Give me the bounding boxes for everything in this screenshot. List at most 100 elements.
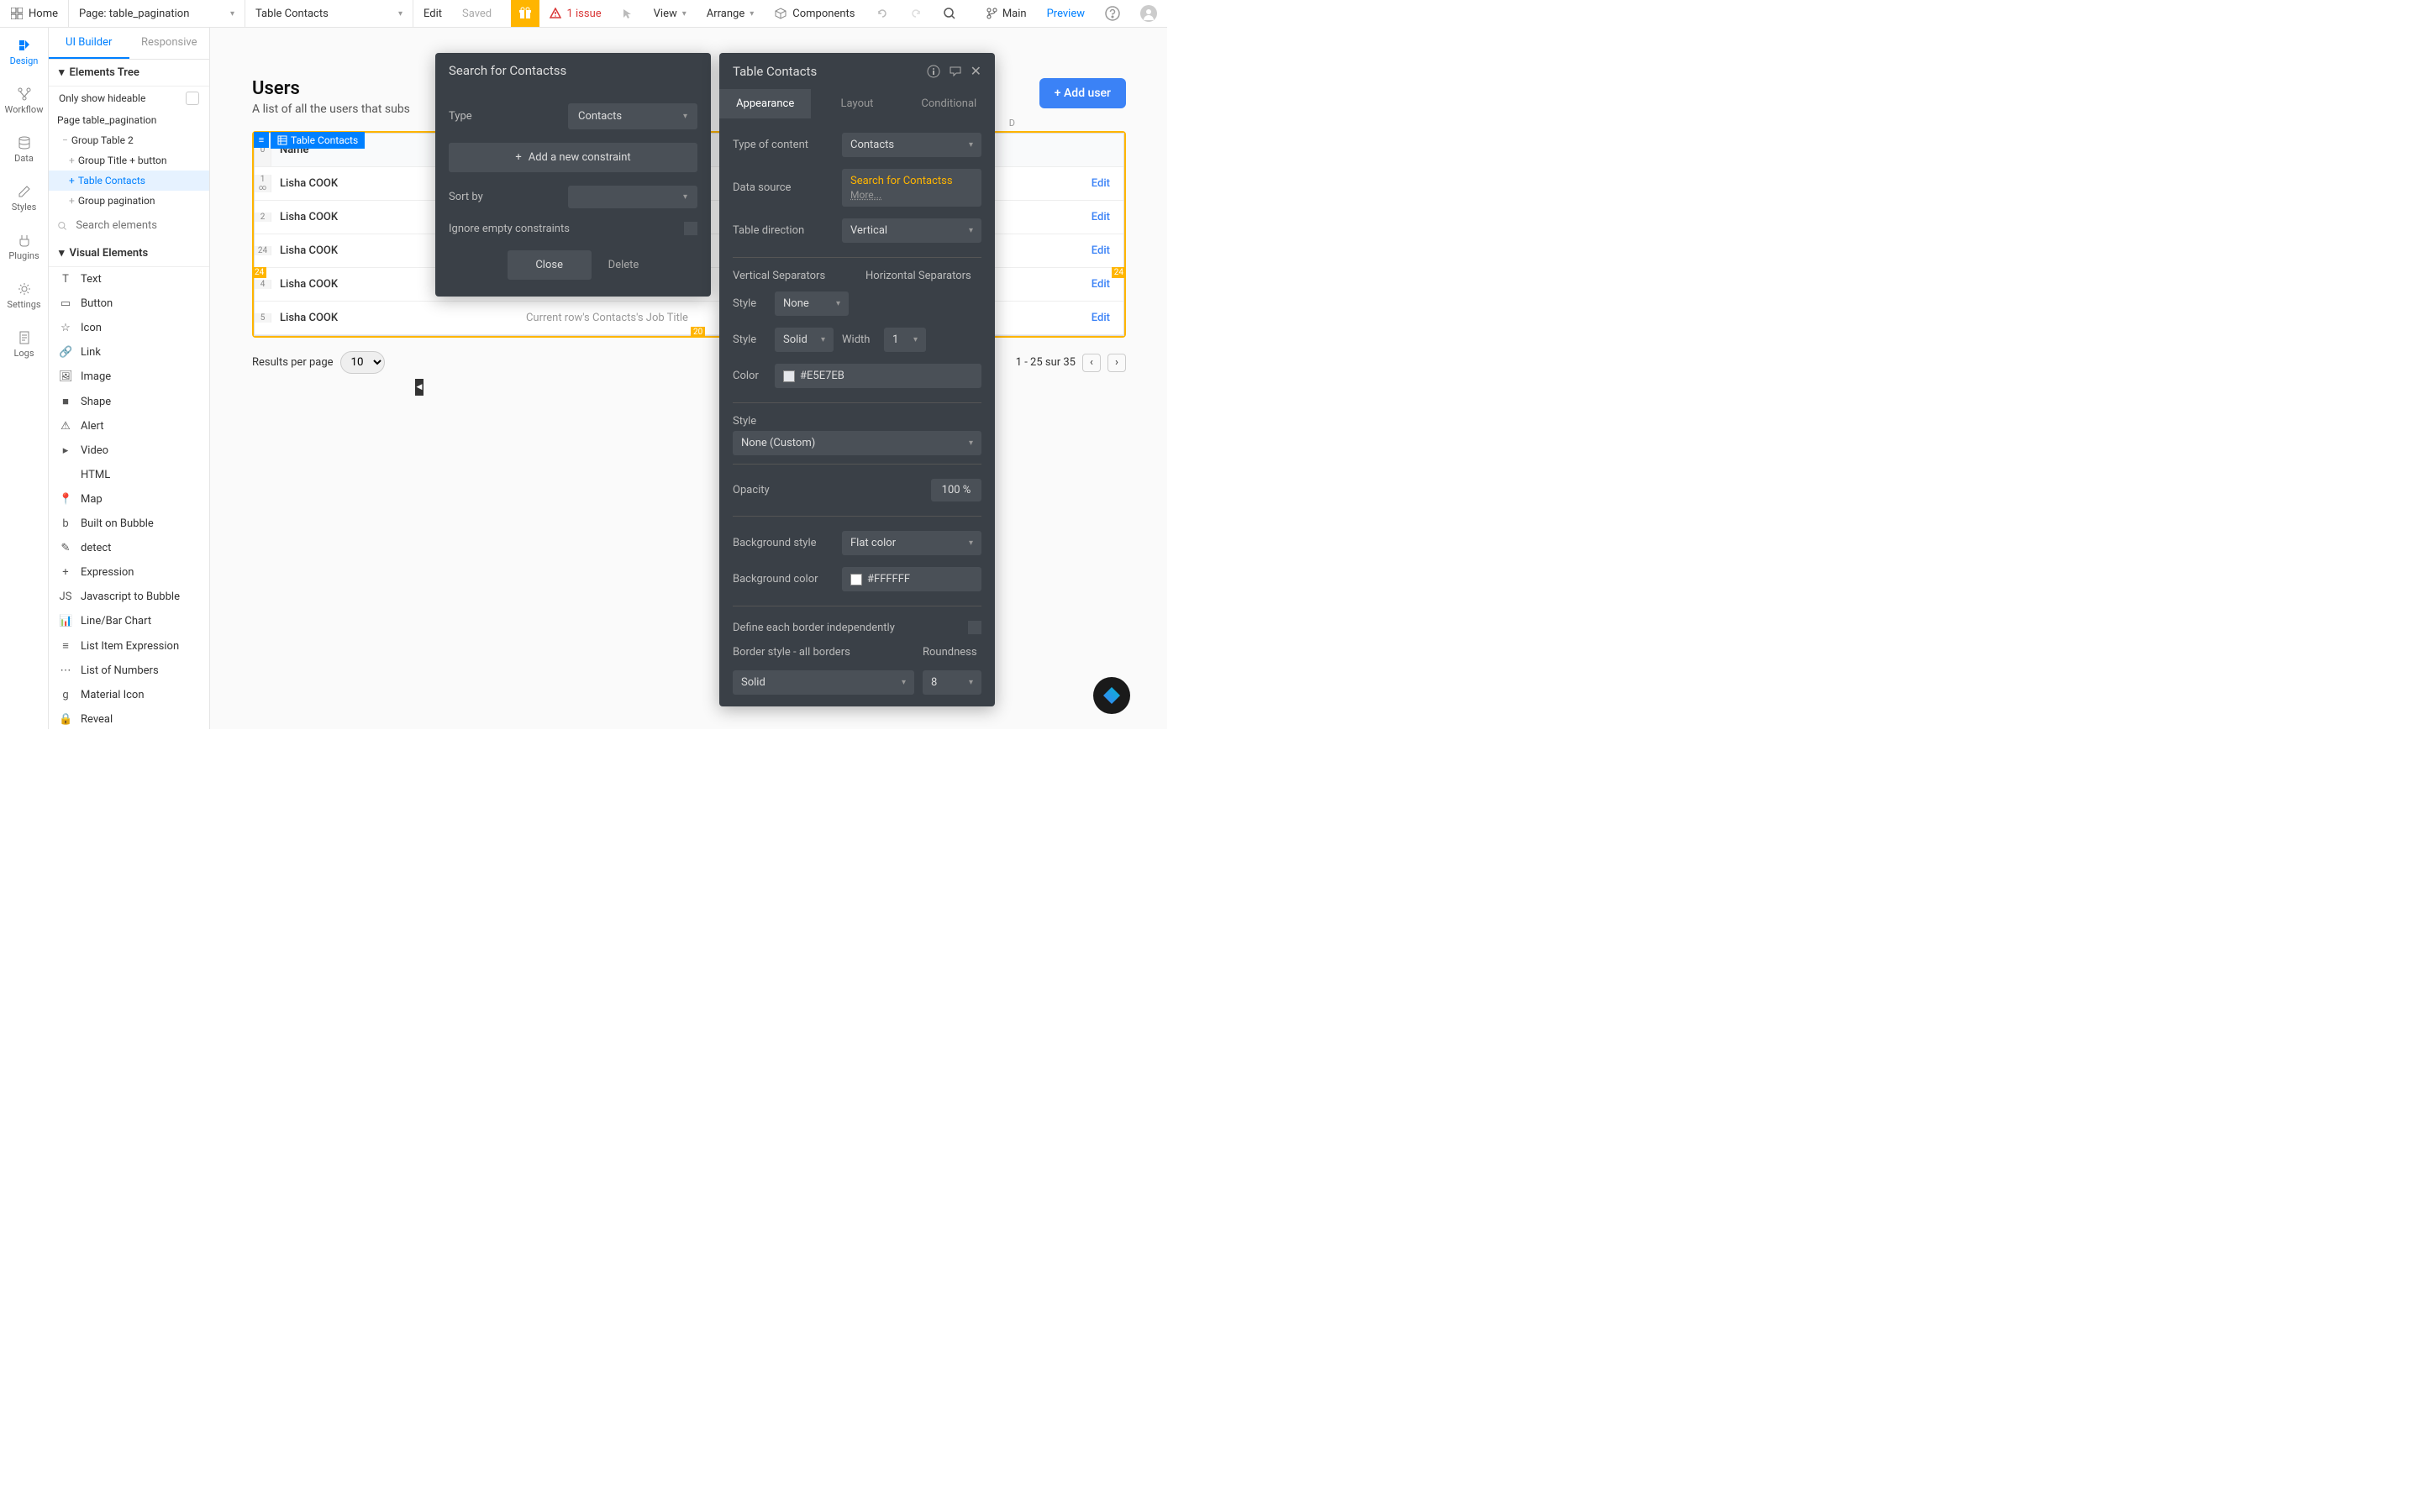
hsep-width-select[interactable]: 1 ▾ [884, 328, 926, 352]
close-button[interactable]: Close [508, 250, 592, 280]
ve-item-line-bar-chart[interactable]: 📊Line/Bar Chart [49, 609, 209, 633]
tab-appearance[interactable]: Appearance [719, 89, 811, 118]
rail-styles[interactable]: Styles [0, 174, 48, 223]
checkbox[interactable] [186, 92, 199, 105]
ve-item-link[interactable]: 🔗Link [49, 340, 209, 365]
branch-button[interactable]: Main [976, 0, 1037, 27]
ve-item-button[interactable]: ▭Button [49, 291, 209, 316]
drag-handle-icon[interactable]: ≡ [254, 132, 269, 148]
preview-button[interactable]: Preview [1037, 0, 1095, 27]
ve-item-built-on-bubble[interactable]: bBuilt on Bubble [49, 512, 209, 536]
tab-layout[interactable]: Layout [811, 89, 902, 118]
add-user-button[interactable]: + Add user [1039, 78, 1126, 108]
redo-button[interactable] [899, 0, 933, 27]
ve-item-material-icon[interactable]: gMaterial Icon [49, 683, 209, 707]
roundness-select[interactable]: 8 ▾ [923, 670, 981, 695]
element-tag[interactable]: Table Contacts [271, 132, 365, 149]
user-avatar[interactable] [1130, 0, 1167, 27]
ve-item-list-of-numbers[interactable]: ⋯List of Numbers [49, 659, 209, 683]
tab-responsive[interactable]: Responsive [129, 28, 210, 59]
search-button[interactable] [933, 0, 966, 27]
ve-item-alert[interactable]: ⚠Alert [49, 414, 209, 438]
close-icon[interactable]: ✕ [971, 63, 981, 79]
edit-link[interactable]: Edit [1010, 201, 1123, 234]
rail-design[interactable]: Design [0, 28, 48, 76]
grid-icon [10, 7, 24, 20]
pointer-button[interactable] [612, 0, 644, 27]
view-menu[interactable]: View ▾ [644, 0, 697, 27]
ve-item-shape[interactable]: ■Shape [49, 389, 209, 414]
only-show-hideable[interactable]: Only show hideable [49, 87, 209, 110]
rail-workflow[interactable]: Workflow [0, 76, 48, 125]
bg-style-select[interactable]: Flat color ▾ [842, 531, 981, 555]
hsep-style-select[interactable]: Solid ▾ [775, 328, 834, 352]
visual-elements-header[interactable]: ▾ Visual Elements [49, 240, 209, 267]
tree-item[interactable]: Page table_pagination [49, 110, 209, 130]
rail-logs[interactable]: Logs [0, 320, 48, 369]
element-type-icon: ⚠ [59, 420, 72, 433]
sep-color-input[interactable]: #E5E7EB [775, 364, 981, 388]
ve-item-video[interactable]: ▸Video [49, 438, 209, 463]
edit-link[interactable]: Edit [1010, 268, 1123, 301]
tab-ui-builder[interactable]: UI Builder [49, 28, 129, 59]
help-fab[interactable] [1093, 677, 1130, 714]
ve-item-html[interactable]: HTML [49, 463, 209, 487]
checkbox[interactable] [968, 621, 981, 634]
type-select[interactable]: Contacts ▾ [568, 103, 697, 129]
ve-item-icon[interactable]: ☆Icon [49, 316, 209, 340]
components-button[interactable]: Components [764, 0, 865, 27]
rail-data[interactable]: Data [0, 125, 48, 174]
help-button[interactable] [1095, 0, 1130, 27]
measurement-badge: 20 [691, 327, 705, 338]
page-selector[interactable]: Page: table_pagination ▾ [69, 0, 245, 27]
ve-item-text[interactable]: TText [49, 267, 209, 291]
tree-item[interactable]: − Group Table 2 [49, 130, 209, 150]
tree-item[interactable]: + Group pagination [49, 191, 209, 211]
data-source-field[interactable]: Search for Contactss More... [842, 169, 981, 207]
edit-link[interactable]: Edit [1010, 167, 1123, 200]
table-direction-select[interactable]: Vertical ▾ [842, 218, 981, 243]
rail-plugins[interactable]: Plugins [0, 223, 48, 271]
ve-item-reveal[interactable]: 🔒Reveal [49, 707, 209, 729]
tab-conditional[interactable]: Conditional [903, 89, 995, 118]
info-icon[interactable] [927, 65, 940, 78]
arrange-menu[interactable]: Arrange ▾ [697, 0, 765, 27]
ve-item-list-item-expression[interactable]: ≡List Item Expression [49, 633, 209, 659]
search-elements-input[interactable] [72, 216, 201, 235]
next-page-button[interactable]: › [1107, 354, 1126, 372]
edit-link[interactable]: Edit [1010, 234, 1123, 267]
type-label: Type [449, 110, 558, 123]
elements-tree-header[interactable]: ▾ Elements Tree [49, 60, 209, 87]
checkbox[interactable] [684, 222, 697, 235]
ve-item-javascript-to-bubble[interactable]: JSJavascript to Bubble [49, 585, 209, 609]
rpp-select[interactable]: 10 [340, 351, 385, 374]
type-content-select[interactable]: Contacts ▾ [842, 133, 981, 157]
add-constraint-button[interactable]: + Add a new constraint [449, 143, 697, 172]
canvas[interactable]: ◀ Users A list of all the users that sub… [210, 28, 1167, 729]
ve-item-image[interactable]: 🖼Image [49, 365, 209, 389]
vsep-style-select[interactable]: None ▾ [775, 291, 849, 316]
ve-item-map[interactable]: 📍Map [49, 487, 209, 512]
gift-button[interactable] [511, 0, 539, 27]
ve-item-detect[interactable]: ✎detect [49, 536, 209, 560]
border-style-select[interactable]: Solid ▾ [733, 670, 914, 695]
edit-link[interactable]: Edit [1010, 302, 1123, 334]
prev-page-button[interactable]: ‹ [1082, 354, 1101, 372]
sort-select[interactable]: ▾ [568, 186, 697, 208]
comment-icon[interactable] [949, 65, 962, 78]
tree-item-selected[interactable]: + Table Contacts [49, 171, 209, 191]
overall-style-select[interactable]: None (Custom) ▾ [733, 431, 981, 455]
ve-item-expression[interactable]: +Expression [49, 560, 209, 585]
home-button[interactable]: Home [0, 0, 69, 27]
issues-button[interactable]: 1 issue [539, 0, 611, 27]
undo-button[interactable] [865, 0, 899, 27]
element-selector[interactable]: Table Contacts ▾ [245, 0, 413, 27]
rail-settings[interactable]: Settings [0, 271, 48, 320]
delete-button[interactable]: Delete [608, 259, 639, 271]
edit-button[interactable]: Edit [413, 0, 452, 27]
bg-color-input[interactable]: #FFFFFF [842, 567, 981, 591]
tree-item[interactable]: + Group Title + button [49, 150, 209, 171]
opacity-input[interactable]: 100 % [931, 479, 981, 501]
row-number: 1∞ [255, 175, 271, 192]
chevron-down-icon: ▾ [913, 335, 918, 344]
